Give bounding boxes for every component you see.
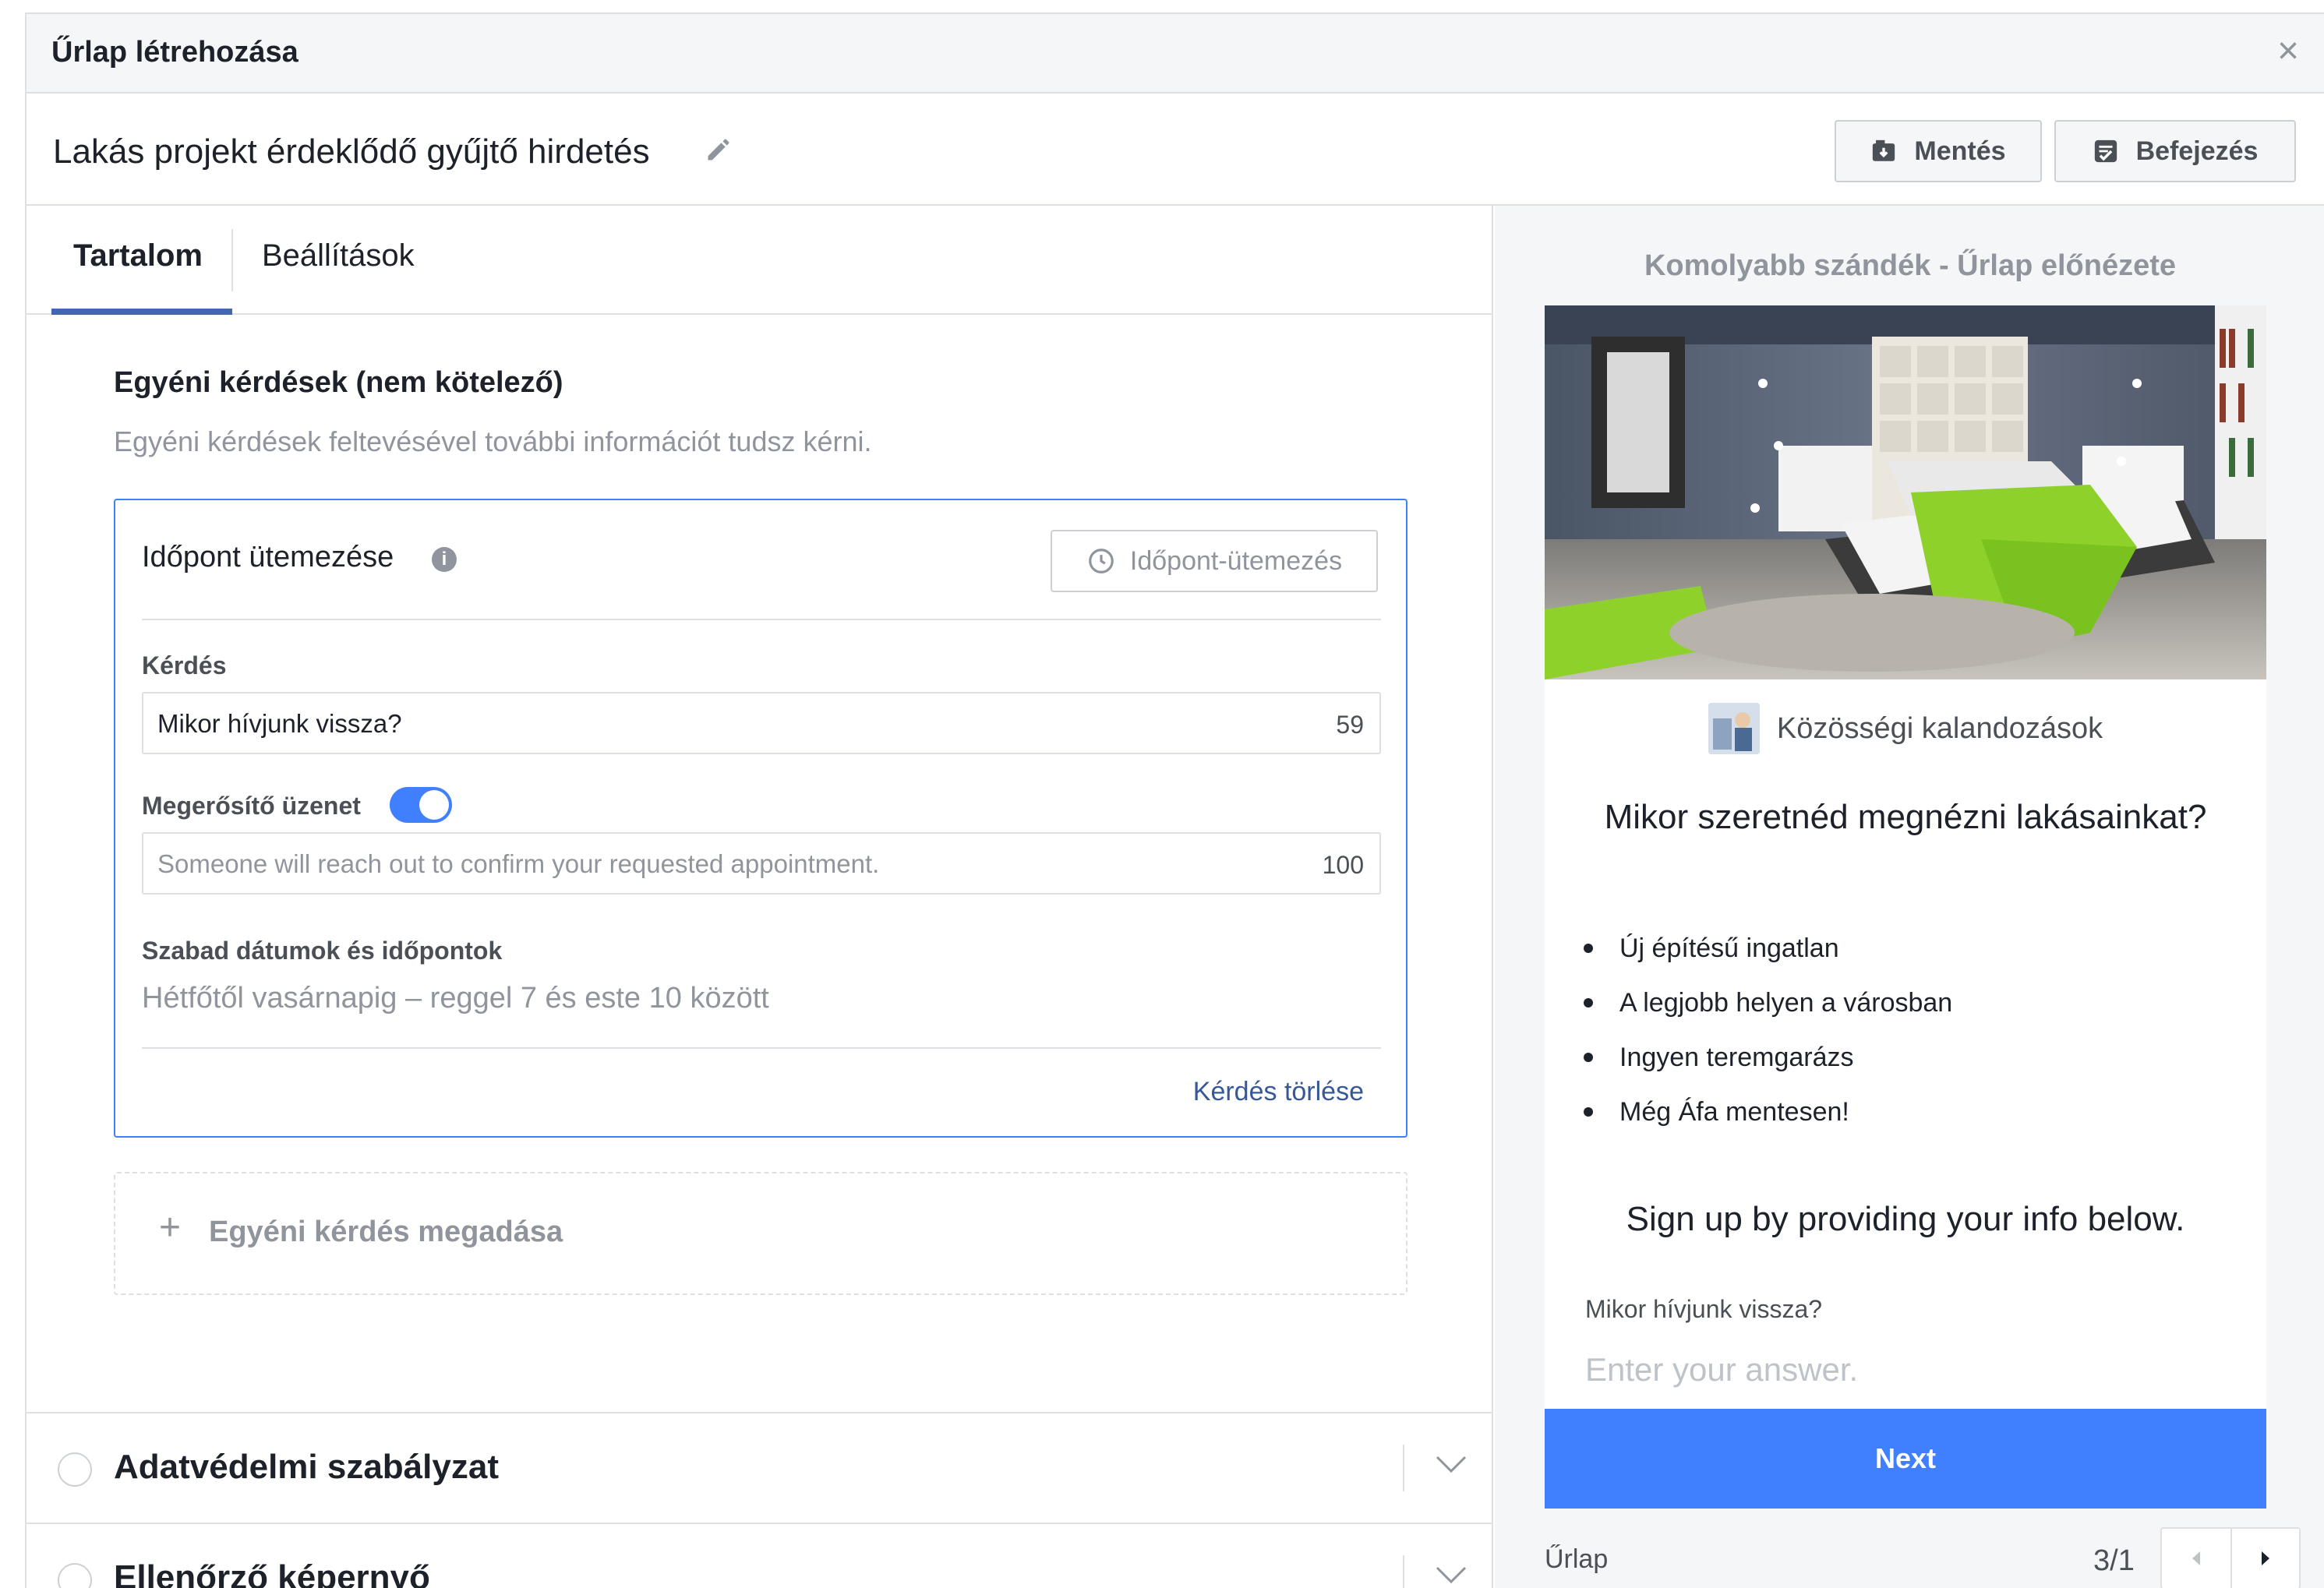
next-button[interactable]: Next [1545,1409,2266,1509]
accordion-thank-you-screen[interactable]: Ellenőrző képernyő [26,1523,1493,1588]
preview-page-count: 3/1 [2093,1544,2135,1577]
question-char-count: 59 [1336,711,1364,739]
list-item: Még Áfa mentesen! [1584,1085,1952,1139]
confirm-toggle[interactable] [390,787,452,823]
preview-answer-input[interactable]: Enter your answer. [1585,1351,1858,1389]
confirm-char-count: 100 [1322,851,1364,879]
bullet-text: Ingyen teremgarázs [1619,1042,1854,1072]
dialog-titlebar: Űrlap létrehozása × [26,14,2324,94]
page-name: Közösségi kalandozások [1776,711,2103,745]
add-custom-question-label: Egyéni kérdés megadása [209,1216,563,1248]
preview-page-row: Közösségi kalandozások [1545,703,2266,754]
confirm-message-placeholder: Someone will reach out to confirm your r… [157,849,880,878]
list-item: Új építésű ingatlan [1584,921,1952,976]
preview-title: Komolyabb szándék - Űrlap előnézete [1644,249,2177,282]
preview-phone: Közösségi kalandozások Mikor szeretnéd m… [1545,305,2266,1509]
form-name-bar: Lakás projekt érdeklődő gyűjtő hirdetés … [26,94,2324,206]
chevron-down-icon[interactable] [1434,1563,1468,1586]
section-description: Egyéni kérdések feltevésével további inf… [114,425,872,457]
question-type-title: Időpont ütemezése [142,541,394,573]
editor-tabs: Tartalom Beállítások [26,206,1492,315]
bullet-icon [1584,1107,1593,1117]
form-dialog: Űrlap létrehozása × Lakás projekt érdekl… [25,12,2324,1588]
divider [142,1047,1381,1049]
question-type-button[interactable]: Időpont-ütemezés [1051,530,1378,592]
divider [1403,1445,1404,1491]
preview-pane: Komolyabb szándék - Űrlap előnézete Közö… [1495,206,2324,1588]
accordion-title: Ellenőrző képernyő [114,1558,430,1588]
list-item: Ingyen teremgarázs [1584,1030,1952,1085]
question-label: Kérdés [142,651,227,679]
availability-value[interactable]: Hétfőtől vasárnapig – reggel 7 és este 1… [142,982,769,1015]
form-name[interactable]: Lakás projekt érdeklődő gyűjtő hirdetés [53,132,650,171]
preview-footer-label: Űrlap [1545,1544,1609,1574]
add-custom-question-button[interactable]: + Egyéni kérdés megadása [114,1172,1407,1295]
bullet-icon [1584,998,1593,1007]
preview-bullet-list: Új építésű ingatlan A legjobb helyen a v… [1584,921,1952,1139]
finish-button[interactable]: Befejezés [2054,120,2296,182]
chevron-right-icon [2261,1551,2269,1565]
preview-question-label: Mikor hívjunk vissza? [1585,1295,1823,1323]
confirm-message-input[interactable]: Someone will reach out to confirm your r… [142,832,1381,895]
page-avatar [1708,703,1760,754]
save-label: Mentés [1914,136,2006,166]
accordion-privacy-policy[interactable]: Adatvédelmi szabályzat [26,1412,1493,1523]
finish-icon [2094,139,2117,163]
close-icon[interactable]: × [2277,33,2299,70]
list-item: A legjobb helyen a városban [1584,976,1952,1030]
question-card: Időpont ütemezése i Időpont-ütemezés Kér… [114,499,1407,1138]
status-radio [58,1563,92,1588]
save-button[interactable]: Mentés [1835,120,2042,182]
question-value: Mikor hívjunk vissza? [157,709,402,738]
bullet-text: Új építésű ingatlan [1619,933,1839,963]
dialog-title: Űrlap létrehozása [51,36,298,69]
editor-pane: Tartalom Beállítások Egyéni kérdések (ne… [26,206,1493,1588]
question-type-label: Időpont-ütemezés [1129,545,1343,576]
info-icon[interactable]: i [432,547,457,572]
signup-text: Sign up by providing your info below. [1626,1200,2185,1238]
pencil-icon[interactable] [705,136,733,164]
next-page-button[interactable] [2230,1529,2299,1588]
chevron-left-icon [2192,1551,2200,1565]
clock-icon [1089,549,1114,573]
finish-label: Befejezés [2135,136,2259,166]
divider [142,619,1381,620]
bullet-icon [1584,1053,1593,1062]
confirm-label: Megerősítő üzenet [142,792,361,820]
prev-page-button[interactable] [2162,1529,2230,1588]
section-title: Egyéni kérdések (nem kötelező) [114,366,563,399]
question-input[interactable]: Mikor hívjunk vissza? 59 [142,692,1381,754]
bullet-text: Még Áfa mentesen! [1619,1096,1849,1127]
tab-settings[interactable]: Beállítások [262,238,415,273]
toggle-knob [419,790,449,820]
availability-label: Szabad dátumok és időpontok [142,937,503,965]
tab-content[interactable]: Tartalom [73,238,203,273]
chevron-down-icon[interactable] [1434,1452,1468,1476]
preview-headline: Mikor szeretnéd megnézni lakásainkat? [1604,798,2207,836]
status-radio [58,1452,92,1487]
plus-icon: + [159,1207,182,1248]
divider [1403,1555,1404,1588]
bedroom-hero-image [1545,305,2266,679]
active-tab-indicator [51,309,232,315]
tab-divider [231,229,233,291]
bullet-text: A legjobb helyen a városban [1619,987,1953,1018]
delete-question-link[interactable]: Kérdés törlése [1193,1077,1364,1107]
accordion-title: Adatvédelmi szabályzat [114,1448,499,1486]
preview-pager [2160,1527,2301,1588]
save-icon [1873,139,1895,161]
bullet-icon [1584,944,1593,953]
